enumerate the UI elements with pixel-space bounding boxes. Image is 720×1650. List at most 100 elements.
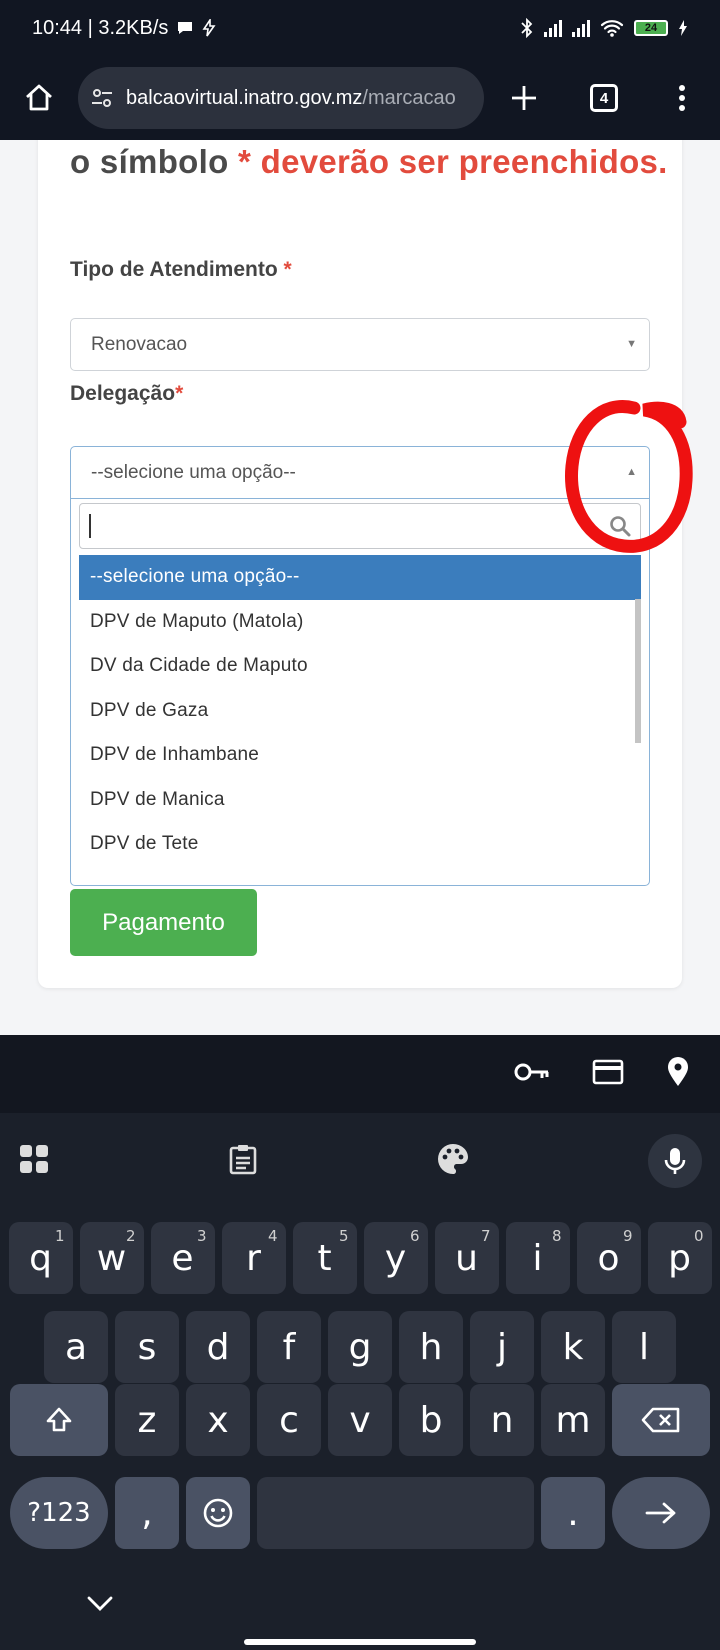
key-k[interactable]: k	[541, 1311, 605, 1383]
key-j[interactable]: j	[470, 1311, 534, 1383]
dropdown-option[interactable]: DPV de Gaza	[79, 689, 641, 734]
required-mark: *	[175, 382, 184, 405]
key-h[interactable]: h	[399, 1311, 463, 1383]
backspace-icon	[641, 1407, 680, 1433]
browser-menu-button[interactable]	[644, 84, 720, 112]
tab-switcher-button[interactable]: 4	[564, 84, 644, 112]
key-m[interactable]: m	[541, 1384, 605, 1456]
caret-up-icon: ▲	[626, 466, 637, 478]
apps-grid-icon[interactable]	[18, 1143, 50, 1180]
tipo-atendimento-label: Tipo de Atendimento *	[70, 258, 292, 281]
status-time: 10:44 | 3.2KB/s	[32, 16, 169, 39]
key-c[interactable]: c	[257, 1384, 321, 1456]
key-a[interactable]: a	[44, 1311, 108, 1383]
keyboard-row-4: ?123 , .	[0, 1477, 720, 1549]
key-r[interactable]: r4	[221, 1222, 286, 1294]
search-icon	[608, 514, 632, 543]
payment-card-icon[interactable]	[592, 1059, 624, 1090]
address-bar[interactable]: balcaovirtual.inatro.gov.mz/marcacao	[78, 67, 484, 129]
dropdown-option[interactable]: --selecione uma opção--	[79, 555, 641, 600]
site-settings-icon[interactable]	[90, 86, 114, 110]
chat-bubble-icon	[178, 22, 193, 34]
key-e[interactable]: e3	[150, 1222, 215, 1294]
new-tab-button[interactable]	[484, 84, 564, 112]
page-content: o símbolo * deverão ser preenchidos. Tip…	[0, 140, 720, 1035]
required-mark: *	[283, 258, 292, 281]
key-w[interactable]: w2	[79, 1222, 144, 1294]
bluetooth-icon	[521, 18, 533, 38]
tipo-atendimento-value: Renovacao	[91, 333, 188, 355]
comma-key[interactable]: ,	[115, 1477, 179, 1549]
key-f[interactable]: f	[257, 1311, 321, 1383]
required-fields-notice: o símbolo * deverão ser preenchidos.	[70, 140, 670, 184]
status-bar: 10:44 | 3.2KB/s 24	[0, 0, 720, 56]
navigation-bar	[0, 1587, 720, 1650]
key-x[interactable]: x	[186, 1384, 250, 1456]
clipboard-icon[interactable]	[228, 1143, 258, 1180]
dropdown-option[interactable]: DPV de Inhambane	[79, 733, 641, 778]
period-key[interactable]: .	[541, 1477, 605, 1549]
keyboard-row-2: a s d f g h j k l	[0, 1311, 720, 1383]
dropdown-search-input[interactable]	[79, 503, 641, 549]
shift-icon	[46, 1407, 72, 1432]
dropdown-option[interactable]: DV da Cidade de Maputo	[79, 644, 641, 689]
dropdown-scrollbar[interactable]	[635, 599, 641, 743]
autofill-bar	[0, 1035, 720, 1113]
space-key[interactable]	[257, 1477, 534, 1549]
tab-count: 4	[590, 84, 618, 112]
pagamento-button[interactable]: Pagamento	[70, 889, 257, 956]
key-z[interactable]: z	[115, 1384, 179, 1456]
charging-icon	[679, 20, 687, 36]
cell-signal-2-icon	[572, 19, 590, 37]
voice-input-button[interactable]	[648, 1134, 702, 1188]
url-path: /marcacao	[362, 86, 456, 109]
microphone-icon	[664, 1148, 686, 1174]
key-y[interactable]: y6	[363, 1222, 428, 1294]
more-vertical-icon	[679, 85, 685, 111]
delegacao-dropdown: --selecione uma opção-- DPV de Maputo (M…	[70, 498, 650, 886]
location-pin-icon[interactable]	[666, 1056, 690, 1092]
key-v[interactable]: v	[328, 1384, 392, 1456]
key-b[interactable]: b	[399, 1384, 463, 1456]
caret-down-icon: ▼	[626, 338, 637, 350]
emoji-key[interactable]	[186, 1477, 250, 1549]
text-caret	[89, 514, 91, 538]
notice-prefix: o símbolo	[70, 143, 238, 180]
cell-signal-icon	[544, 19, 562, 37]
keyboard-row-1: q1 w2 e3 r4 t5 y6 u7 i8 o9 p0	[0, 1222, 720, 1294]
key-d[interactable]: d	[186, 1311, 250, 1383]
symbols-key[interactable]: ?123	[10, 1477, 108, 1549]
key-n[interactable]: n	[470, 1384, 534, 1456]
key-i[interactable]: i8	[505, 1222, 570, 1294]
dropdown-option[interactable]: DPV de Tete	[79, 822, 641, 867]
delegacao-label: Delegação*	[70, 382, 184, 405]
backspace-key[interactable]	[612, 1384, 710, 1456]
key-o[interactable]: o9	[576, 1222, 641, 1294]
flash-icon	[202, 19, 216, 37]
dropdown-option[interactable]: DPV de Manica	[79, 778, 641, 823]
key-u[interactable]: u7	[434, 1222, 499, 1294]
password-key-icon[interactable]	[514, 1062, 550, 1087]
tipo-atendimento-select[interactable]: Renovacao ▼	[70, 318, 650, 371]
key-q[interactable]: q1	[8, 1222, 73, 1294]
arrow-right-icon	[645, 1502, 676, 1524]
shift-key[interactable]	[10, 1384, 108, 1456]
home-gesture-bar[interactable]	[244, 1639, 476, 1645]
key-p[interactable]: p0	[647, 1222, 712, 1294]
home-button[interactable]	[0, 83, 78, 113]
delegacao-select[interactable]: --selecione uma opção-- ▲	[70, 446, 650, 499]
key-t[interactable]: t5	[292, 1222, 357, 1294]
key-l[interactable]: l	[612, 1311, 676, 1383]
chevron-down-icon	[87, 1596, 113, 1611]
keyboard-toolbar	[0, 1113, 720, 1209]
wifi-icon	[600, 20, 624, 37]
key-g[interactable]: g	[328, 1311, 392, 1383]
key-s[interactable]: s	[115, 1311, 179, 1383]
dropdown-option[interactable]: DPV de Maputo (Matola)	[79, 600, 641, 645]
url-host: balcaovirtual.inatro.gov.mz	[126, 86, 363, 109]
hide-keyboard-button[interactable]	[86, 1593, 114, 1618]
enter-key[interactable]	[612, 1477, 710, 1549]
dropdown-options-list: --selecione uma opção-- DPV de Maputo (M…	[79, 555, 641, 875]
browser-toolbar: balcaovirtual.inatro.gov.mz/marcacao 4	[0, 56, 720, 140]
theme-palette-icon[interactable]	[436, 1142, 470, 1181]
